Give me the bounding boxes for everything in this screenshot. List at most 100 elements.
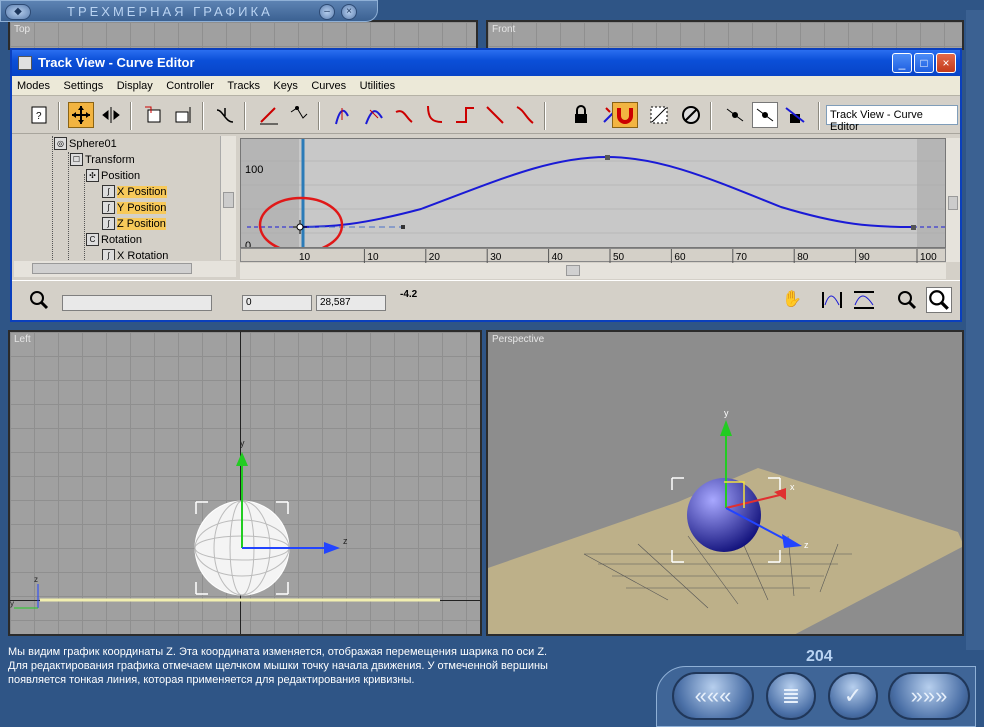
graph-vertical-scrollbar[interactable] (946, 138, 960, 262)
ruler-tick-label: 10 (367, 252, 379, 263)
zoom-selected-object-icon[interactable] (28, 289, 50, 311)
track-view-name-field[interactable]: Track View - Curve Editor (826, 105, 958, 133)
tangent-fast-button[interactable] (392, 102, 418, 128)
slide-keys-button[interactable] (98, 102, 124, 128)
parameter-curve-button[interactable] (646, 102, 672, 128)
menu-display[interactable]: Display (112, 77, 157, 92)
filters-button[interactable]: ? (26, 102, 52, 128)
tangent-step-button[interactable] (452, 102, 478, 128)
graph-horizontal-scrollbar[interactable] (240, 263, 946, 279)
sphere (687, 478, 761, 552)
show-all-tangents-button[interactable] (752, 102, 778, 128)
tangent-custom-button[interactable] (362, 102, 388, 128)
menu-settings[interactable]: Settings (58, 77, 107, 92)
lock-selection-button[interactable] (568, 102, 594, 128)
magnet-button[interactable] (612, 102, 638, 128)
scroll-thumb[interactable] (223, 192, 234, 208)
tangent-auto-button[interactable] (332, 102, 358, 128)
y-label-0: 0 (245, 240, 251, 248)
show-selected-key-stats-icon[interactable]: -4.2 (400, 289, 417, 300)
window-maximize-button[interactable]: □ (914, 53, 934, 73)
controller-tree[interactable]: ◎ Sphere01 ☐ Transform ✣ Position ∫ X Positi… (14, 136, 222, 260)
tree-item-sphere01[interactable]: ◎ Sphere01 (54, 136, 117, 151)
app-minimize-button[interactable]: – (319, 4, 335, 20)
scroll-thumb[interactable] (948, 196, 958, 210)
tangent-handle-point (401, 225, 405, 229)
value-field[interactable]: 28,587 (316, 295, 386, 311)
track-view-status-bar: 0 28,587 -4.2 ✋ (12, 280, 960, 320)
menu-keys[interactable]: Keys (268, 77, 301, 92)
ruler-tick-label: 70 (736, 252, 748, 263)
tree-connector (52, 136, 53, 260)
show-keys-button[interactable] (678, 102, 704, 128)
previous-page-button[interactable]: ««« (672, 672, 754, 720)
chevrons-right-icon: »»» (910, 683, 948, 708)
track-view-window[interactable]: Track View - Curve Editor _ □ × Modes Se… (10, 48, 962, 322)
move-keys-button[interactable] (68, 102, 94, 128)
zoom-horizontal-extents-icon[interactable] (820, 289, 844, 311)
key-point (605, 155, 610, 160)
lock-tangents-button[interactable] (782, 102, 808, 128)
scroll-thumb[interactable] (32, 263, 192, 274)
tangent-smooth-button[interactable] (512, 102, 538, 128)
tree-item-rotation[interactable]: C Rotation (86, 232, 142, 247)
app-title-bar: ◆ ТРЕХМЕРНАЯ ГРАФИКА – × (0, 0, 378, 22)
window-minimize-button[interactable]: _ (892, 53, 912, 73)
tree-item-z-position[interactable]: ∫ Z Position (102, 216, 166, 231)
gizmo-y-arrow (236, 452, 248, 466)
zoom-value-extents-icon[interactable] (852, 289, 876, 311)
menu-tracks[interactable]: Tracks (222, 77, 264, 92)
toolbar: ? Track View - Curve Editor (12, 98, 960, 134)
viewport-left[interactable]: Left y z z y (8, 330, 482, 636)
tangents-icon (726, 108, 744, 122)
tree-item-transform[interactable]: ☐ Transform (70, 152, 135, 167)
curve-track-icon: ∫ (102, 185, 115, 198)
window-close-button[interactable]: × (936, 53, 956, 73)
insert-keys-button[interactable] (212, 102, 238, 128)
toolbar-separator (202, 102, 204, 130)
zoom-icon[interactable] (896, 289, 918, 311)
next-page-button[interactable]: »»» (888, 672, 970, 720)
chevrons-left-icon: ««« (694, 683, 732, 708)
contents-button[interactable]: ≣ (766, 672, 816, 720)
tree-item-x-position[interactable]: ∫ X Position (102, 184, 167, 199)
app-close-button[interactable]: × (341, 4, 357, 20)
tree-item-x-rotation[interactable]: ∫ X Rotation (102, 248, 168, 260)
frame-field[interactable]: 0 (242, 295, 312, 311)
tangent-linear-button[interactable] (482, 102, 508, 128)
scale-values-button[interactable] (170, 102, 196, 128)
tangent-slow-button[interactable] (422, 102, 448, 128)
scroll-thumb[interactable] (566, 265, 580, 276)
reduce-keys-button[interactable] (286, 102, 312, 128)
viewport-perspective[interactable]: Perspective y x z (486, 330, 964, 636)
ruler-svg: 10 10 20 30 40 50 60 70 80 90 100 (299, 249, 937, 263)
pan-hand-icon[interactable]: ✋ (782, 289, 802, 309)
check-button[interactable]: ✓ (828, 672, 878, 720)
draw-curves-icon (260, 107, 278, 125)
tree-connector (68, 152, 69, 260)
menu-modes[interactable]: Modes (12, 77, 54, 92)
tree-item-position[interactable]: ✣ Position (86, 168, 140, 183)
scale-keys-button[interactable] (140, 102, 166, 128)
tree-item-y-position[interactable]: ∫ Y Position (102, 200, 167, 215)
window-title-bar[interactable]: Track View - Curve Editor _ □ × (12, 50, 960, 76)
selection-name-field[interactable] (62, 295, 212, 311)
toolbar-separator (318, 102, 320, 130)
menu-bar: Modes Settings Display Controller Tracks… (12, 76, 960, 96)
gizmo-z-label: z (343, 536, 348, 546)
tree-connector (84, 174, 85, 260)
gizmo-x-label: x (790, 482, 795, 492)
zoom-region-icon[interactable] (926, 287, 952, 313)
tangent-smooth-icon (516, 106, 534, 124)
tree-vertical-scrollbar[interactable] (220, 136, 236, 260)
tree-horizontal-scrollbar[interactable] (14, 261, 236, 277)
viewport-front[interactable]: Front (486, 20, 964, 50)
show-tangents-button[interactable] (722, 102, 748, 128)
menu-utilities[interactable]: Utilities (355, 77, 399, 92)
draw-curves-button[interactable] (256, 102, 282, 128)
curve-graph[interactable]: 100 0 (240, 138, 946, 248)
viewport-top[interactable]: Top (8, 20, 478, 50)
frame-ruler[interactable]: 10 10 20 30 40 50 60 70 80 90 100 (240, 248, 946, 263)
menu-curves[interactable]: Curves (306, 77, 350, 92)
menu-controller[interactable]: Controller (161, 77, 218, 92)
